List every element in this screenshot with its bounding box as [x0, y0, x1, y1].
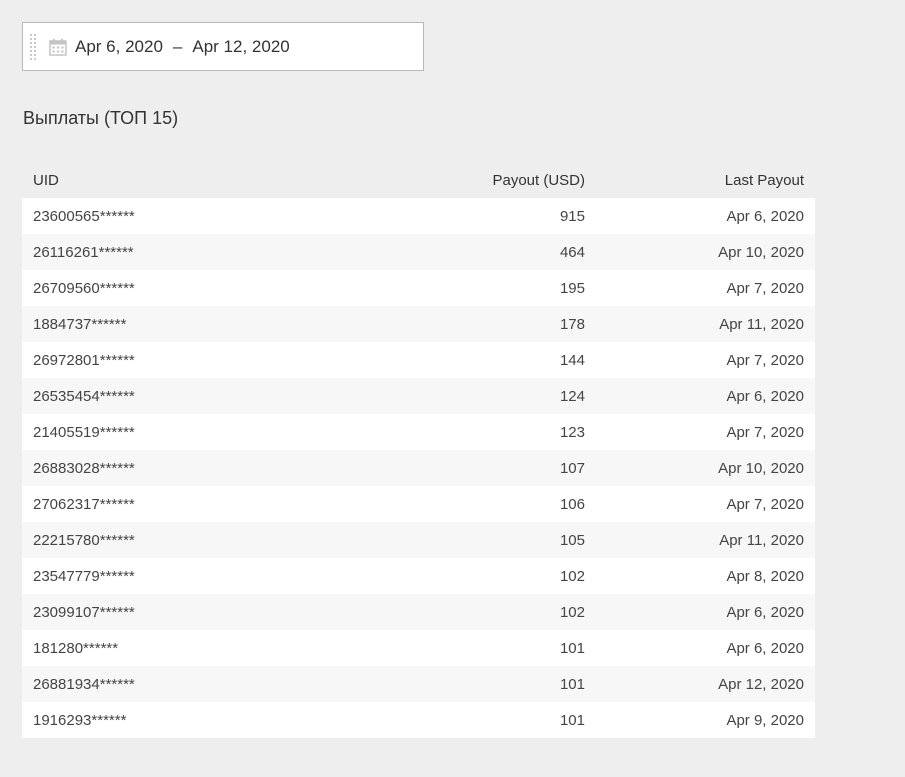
payout-cell: 107 — [559, 459, 585, 477]
last-payout-cell: Apr 7, 2020 — [726, 351, 804, 369]
uid-cell: 26535454****** — [33, 387, 135, 405]
date-separator: – — [172, 36, 183, 56]
last-payout-cell: Apr 11, 2020 — [719, 531, 804, 549]
last-payout-cell: Apr 10, 2020 — [718, 459, 804, 477]
table-row: 21405519****** 123 Apr 7, 2020 — [22, 414, 815, 450]
payout-cell: 123 — [559, 423, 585, 441]
table-header-row: UID Payout (USD) Last Payout — [22, 163, 815, 198]
table-row: 181280****** 101 Apr 6, 2020 — [22, 630, 815, 666]
last-payout-cell: Apr 9, 2020 — [726, 711, 804, 729]
last-payout-cell: Apr 6, 2020 — [726, 603, 804, 621]
payout-cell: 101 — [559, 675, 585, 693]
table-row: 23099107****** 102 Apr 6, 2020 — [22, 594, 815, 630]
uid-cell: 23547779****** — [33, 567, 135, 585]
payout-cell: 144 — [559, 351, 585, 369]
column-header-last-payout: Last Payout — [596, 163, 815, 198]
table-row: 26709560****** 195 Apr 7, 2020 — [22, 270, 815, 306]
last-payout-cell: Apr 8, 2020 — [726, 567, 804, 585]
table-row: 1884737****** 178 Apr 11, 2020 — [22, 306, 815, 342]
uid-cell: 23600565****** — [33, 207, 135, 225]
uid-cell: 181280****** — [33, 639, 119, 657]
last-payout-cell: Apr 10, 2020 — [718, 243, 804, 261]
table-row: 26535454****** 124 Apr 6, 2020 — [22, 378, 815, 414]
section-title: Выплаты (ТОП 15) — [23, 108, 179, 128]
table-row: 26883028****** 107 Apr 10, 2020 — [22, 450, 815, 486]
uid-cell: 1884737****** — [33, 315, 127, 333]
last-payout-cell: Apr 6, 2020 — [726, 207, 804, 225]
last-payout-cell: Apr 7, 2020 — [726, 495, 804, 513]
payout-cell: 101 — [559, 711, 585, 729]
column-header-payout: Payout (USD) — [274, 163, 596, 198]
table-row: 22215780****** 105 Apr 11, 2020 — [22, 522, 815, 558]
uid-cell: 26709560****** — [33, 279, 135, 297]
uid-cell: 23099107****** — [33, 603, 135, 621]
table-row: 23547779****** 102 Apr 8, 2020 — [22, 558, 815, 594]
column-header-uid: UID — [22, 163, 274, 198]
table-row: 1916293****** 101 Apr 9, 2020 — [22, 702, 815, 738]
calendar-icon — [49, 38, 67, 56]
last-payout-cell: Apr 6, 2020 — [726, 387, 804, 405]
payout-cell: 124 — [559, 387, 585, 405]
table-row: 26881934****** 101 Apr 12, 2020 — [22, 666, 815, 702]
payout-cell: 915 — [559, 207, 585, 225]
payout-cell: 102 — [559, 603, 585, 621]
payout-cell: 464 — [559, 243, 585, 261]
last-payout-cell: Apr 6, 2020 — [726, 639, 804, 657]
table-body: 23600565****** 915 Apr 6, 2020 26116261****… — [22, 198, 815, 738]
table-row: 26972801****** 144 Apr 7, 2020 — [22, 342, 815, 378]
date-range-picker[interactable]: Apr 6, 2020– Apr 12, 2020 — [22, 22, 424, 71]
drag-handle-icon[interactable] — [29, 32, 37, 61]
last-payout-cell: Apr 7, 2020 — [726, 279, 804, 297]
last-payout-cell: Apr 7, 2020 — [726, 423, 804, 441]
table-row: 23600565****** 915 Apr 6, 2020 — [22, 198, 815, 234]
uid-cell: 22215780****** — [33, 531, 135, 549]
uid-cell: 27062317****** — [33, 495, 135, 513]
date-range-text[interactable]: Apr 6, 2020– Apr 12, 2020 — [75, 37, 290, 57]
date-end: Apr 12, 2020 — [192, 36, 290, 56]
uid-cell: 26972801****** — [33, 351, 135, 369]
payout-table: UID Payout (USD) Last Payout 23600565***… — [22, 163, 815, 738]
payout-cell: 102 — [559, 567, 585, 585]
table-row: 27062317****** 106 Apr 7, 2020 — [22, 486, 815, 522]
payout-cell: 178 — [559, 315, 585, 333]
uid-cell: 21405519****** — [33, 423, 135, 441]
uid-cell: 26116261****** — [33, 243, 134, 261]
payout-cell: 195 — [559, 279, 585, 297]
uid-cell: 26883028****** — [33, 459, 135, 477]
uid-cell: 26881934****** — [33, 675, 135, 693]
payout-cell: 101 — [559, 639, 585, 657]
payout-cell: 105 — [559, 531, 585, 549]
date-start: Apr 6, 2020 — [75, 36, 163, 56]
table-row: 26116261****** 464 Apr 10, 2020 — [22, 234, 815, 270]
last-payout-cell: Apr 12, 2020 — [718, 675, 804, 693]
last-payout-cell: Apr 11, 2020 — [719, 315, 804, 333]
uid-cell: 1916293****** — [33, 711, 127, 729]
payout-cell: 106 — [559, 495, 585, 513]
